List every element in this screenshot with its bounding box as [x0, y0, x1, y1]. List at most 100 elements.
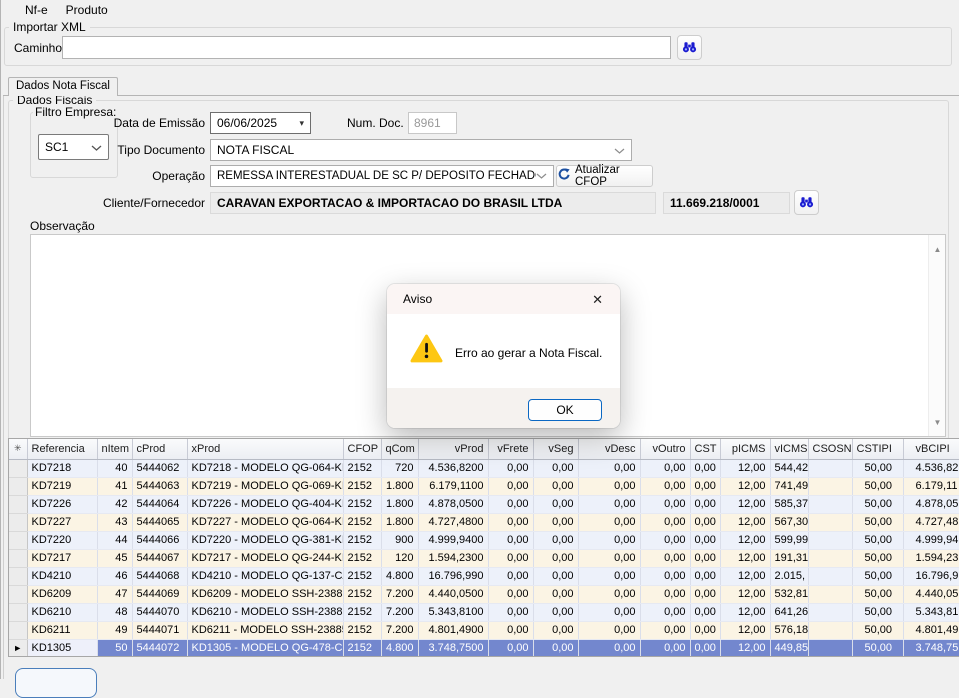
grid-cell[interactable]: 0,00	[533, 477, 578, 495]
grid-cell[interactable]: 4.727,4800	[418, 513, 488, 531]
grid-cell[interactable]: 12,00	[720, 495, 770, 513]
grid-cell[interactable]: 0,00	[578, 567, 640, 585]
grid-cell[interactable]: KD7217 - MODELO QG-244-KIT	[187, 549, 343, 567]
grid-cell[interactable]: 0,00	[488, 549, 533, 567]
grid-cell[interactable]: 50,00	[852, 603, 903, 621]
grid-cell[interactable]: 641,26	[770, 603, 808, 621]
grid-cell[interactable]: 50,00	[852, 459, 903, 477]
grid-cell[interactable]: 5444065	[132, 513, 187, 531]
grid-cell[interactable]: 0,00	[533, 639, 578, 657]
grid-cell[interactable]: 12,00	[720, 585, 770, 603]
grid-cell[interactable]: 0,00	[640, 639, 690, 657]
grid-cell[interactable]: 0,00	[488, 621, 533, 639]
grid-cell[interactable]: 5444069	[132, 585, 187, 603]
grid-cell[interactable]: 0,00	[690, 477, 720, 495]
column-header-nItem[interactable]: nItem	[97, 439, 132, 459]
grid-cell[interactable]: 0,00	[640, 477, 690, 495]
grid-cell[interactable]: 1.800	[381, 513, 418, 531]
grid-cell[interactable]: 12,00	[720, 603, 770, 621]
column-header-CSOSN[interactable]: CSOSN	[808, 439, 852, 459]
grid-cell[interactable]: 5444071	[132, 621, 187, 639]
grid-cell[interactable]: 0,00	[578, 639, 640, 657]
grid-cell[interactable]: 2.015,	[770, 567, 808, 585]
grid-cell[interactable]: 0,00	[533, 495, 578, 513]
grid-cell[interactable]: 0,00	[488, 477, 533, 495]
grid-cell[interactable]: KD7218 - MODELO QG-064-KIT	[187, 459, 343, 477]
grid-cell[interactable]: KD7227	[27, 513, 97, 531]
grid-cell[interactable]: 4.999,9400	[418, 531, 488, 549]
grid-cell[interactable]: 12,00	[720, 549, 770, 567]
grid-cell[interactable]: 4.800	[381, 567, 418, 585]
grid-cell[interactable]: 720	[381, 459, 418, 477]
grid-cell[interactable]: 0,00	[533, 567, 578, 585]
grid-cell[interactable]: KD6209	[27, 585, 97, 603]
table-row[interactable]: KD7218405444062KD7218 - MODELO QG-064-KI…	[9, 459, 959, 477]
close-icon[interactable]: ✕	[588, 290, 607, 310]
grid-cell[interactable]: 2152	[343, 513, 381, 531]
grid-cell[interactable]: 5444063	[132, 477, 187, 495]
grid-cell[interactable]: 0,00	[578, 495, 640, 513]
grid-cell[interactable]: 0,00	[578, 513, 640, 531]
scroll-down-icon[interactable]: ▼	[929, 414, 946, 430]
grid-cell[interactable]: 7.200	[381, 621, 418, 639]
column-header-CST[interactable]: CST	[690, 439, 720, 459]
grid-cell[interactable]: 7.200	[381, 603, 418, 621]
grid-cell[interactable]: 50,00	[852, 477, 903, 495]
grid-cell[interactable]: 50,00	[852, 567, 903, 585]
column-header-vProd[interactable]: vProd	[418, 439, 488, 459]
grid-cell[interactable]: 449,85	[770, 639, 808, 657]
table-row[interactable]: KD7217455444067KD7217 - MODELO QG-244-KI…	[9, 549, 959, 567]
grid-cell[interactable]: 2152	[343, 531, 381, 549]
grid-cell[interactable]: KD6211 - MODELO SSH-238853	[187, 621, 343, 639]
grid-cell[interactable]: 0,00	[488, 567, 533, 585]
grid-cell[interactable]: 12,00	[720, 639, 770, 657]
grid-cell[interactable]: 5444064	[132, 495, 187, 513]
cliente-cnpj-field[interactable]: 11.669.218/0001	[663, 192, 790, 214]
grid-cell[interactable]: 6.179,11	[903, 477, 959, 495]
grid-cell[interactable]: 12,00	[720, 531, 770, 549]
grid-cell[interactable]: 0,00	[488, 513, 533, 531]
grid-cell[interactable]: KD6211	[27, 621, 97, 639]
grid-cell[interactable]: 4.801,49	[903, 621, 959, 639]
grid-cell[interactable]: 16.796,990	[418, 567, 488, 585]
grid-cell[interactable]: 0,00	[640, 567, 690, 585]
grid-cell[interactable]: 0,00	[640, 603, 690, 621]
grid-cell[interactable]: 0,00	[578, 459, 640, 477]
grid-cell[interactable]: 0,00	[690, 531, 720, 549]
grid-cell[interactable]: 0,00	[533, 549, 578, 567]
grid-cell[interactable]: 2152	[343, 567, 381, 585]
grid-cell[interactable]: 49	[97, 621, 132, 639]
grid-cell[interactable]: 50,00	[852, 585, 903, 603]
grid-cell[interactable]: 4.727,48	[903, 513, 959, 531]
items-grid[interactable]: ✳ReferencianItemcProdxProdCFOPqComvProdv…	[8, 438, 959, 657]
grid-cell[interactable]: 532,81	[770, 585, 808, 603]
grid-cell[interactable]	[808, 585, 852, 603]
grid-cell[interactable]: 1.594,23	[903, 549, 959, 567]
grid-cell[interactable]: 0,00	[578, 585, 640, 603]
grid-cell[interactable]: 4.999,94	[903, 531, 959, 549]
bottom-partial-button[interactable]	[15, 668, 97, 698]
grid-cell[interactable]: 5444062	[132, 459, 187, 477]
grid-cell[interactable]: KD4210 - MODELO QG-137-CAB	[187, 567, 343, 585]
grid-cell[interactable]: 0,00	[488, 585, 533, 603]
grid-cell[interactable]: 0,00	[640, 585, 690, 603]
grid-cell[interactable]: 0,00	[640, 531, 690, 549]
grid-cell[interactable]: 47	[97, 585, 132, 603]
tab-dados-nota-fiscal[interactable]: Dados Nota Fiscal	[8, 77, 118, 96]
cliente-search-button[interactable]	[794, 190, 819, 215]
grid-cell[interactable]: 2152	[343, 639, 381, 657]
grid-cell[interactable]: 2152	[343, 621, 381, 639]
grid-cell[interactable]: 0,00	[533, 531, 578, 549]
grid-cell[interactable]: 45	[97, 549, 132, 567]
grid-cell[interactable]: 120	[381, 549, 418, 567]
grid-cell[interactable]: 0,00	[533, 585, 578, 603]
column-header-vSeg[interactable]: vSeg	[533, 439, 578, 459]
grid-cell[interactable]: 0,00	[533, 459, 578, 477]
grid-cell[interactable]: 12,00	[720, 621, 770, 639]
grid-cell[interactable]: 41	[97, 477, 132, 495]
grid-cell[interactable]: KD6210	[27, 603, 97, 621]
caminho-input[interactable]	[62, 36, 671, 59]
grid-cell[interactable]: 0,00	[690, 567, 720, 585]
grid-cell[interactable]: 4.536,8200	[418, 459, 488, 477]
grid-cell[interactable]: 0,00	[578, 549, 640, 567]
